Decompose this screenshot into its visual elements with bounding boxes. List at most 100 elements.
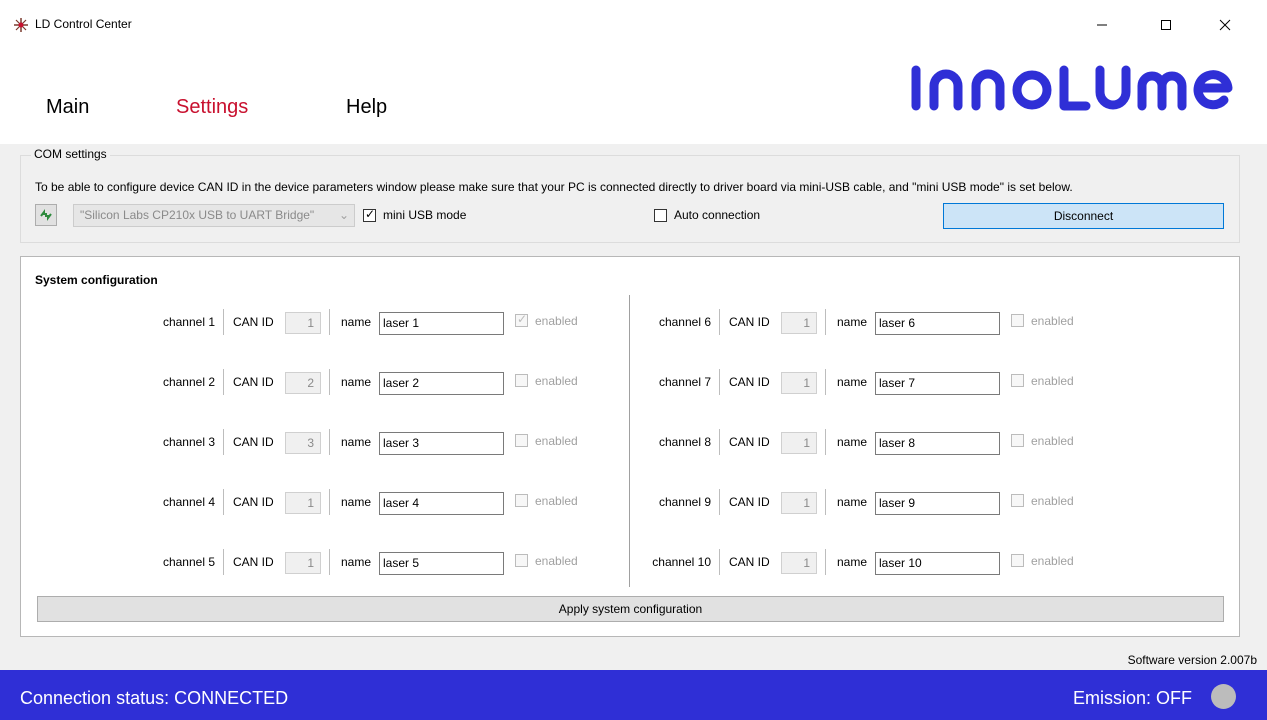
close-button[interactable] bbox=[1203, 10, 1247, 40]
can-id-field[interactable]: 3 bbox=[285, 432, 321, 454]
channel-enabled-checkbox[interactable] bbox=[515, 494, 528, 507]
channel-label: channel 10 bbox=[652, 555, 711, 569]
channel-label: channel 1 bbox=[162, 315, 215, 329]
channel-row: channel 6 CAN ID 1 name laser 6 enabled bbox=[637, 309, 1117, 335]
emission-indicator bbox=[1211, 684, 1236, 709]
separator bbox=[825, 309, 826, 335]
name-label: name bbox=[341, 555, 372, 569]
separator bbox=[223, 429, 224, 455]
separator bbox=[719, 309, 720, 335]
can-id-field[interactable]: 1 bbox=[781, 552, 817, 574]
can-id-label: CAN ID bbox=[233, 315, 274, 329]
channel-name-input[interactable]: laser 9 bbox=[875, 492, 1000, 515]
channel-enabled-checkbox[interactable] bbox=[1011, 554, 1024, 567]
name-label: name bbox=[837, 435, 868, 449]
channel-enabled-checkbox[interactable]: ✓ bbox=[515, 312, 528, 327]
channel-enabled-checkbox[interactable] bbox=[515, 374, 528, 387]
can-id-label: CAN ID bbox=[729, 435, 770, 449]
check-icon: ✓ bbox=[517, 312, 528, 326]
enabled-label: enabled bbox=[1031, 494, 1074, 508]
refresh-icon bbox=[40, 209, 52, 221]
software-version: Software version 2.007b bbox=[1127, 653, 1257, 667]
auto-connection-checkbox[interactable] bbox=[654, 209, 667, 222]
channel-name-input[interactable]: laser 7 bbox=[875, 372, 1000, 395]
app-window: LD Control Center Main Settings Help COM… bbox=[0, 0, 1267, 720]
channel-enabled-checkbox[interactable] bbox=[1011, 314, 1024, 327]
mini-usb-label: mini USB mode bbox=[383, 208, 467, 222]
channel-name-input[interactable]: laser 8 bbox=[875, 432, 1000, 455]
channel-label: channel 4 bbox=[162, 495, 215, 509]
disconnect-button[interactable]: Disconnect bbox=[943, 203, 1224, 229]
can-id-label: CAN ID bbox=[233, 435, 274, 449]
separator bbox=[719, 489, 720, 515]
enabled-label: enabled bbox=[535, 374, 578, 388]
enabled-label: enabled bbox=[1031, 554, 1074, 568]
enabled-label: enabled bbox=[535, 314, 578, 328]
maximize-button[interactable] bbox=[1144, 10, 1188, 40]
com-port-value: "Silicon Labs CP210x USB to UART Bridge" bbox=[80, 208, 315, 222]
nav-main[interactable]: Main bbox=[46, 96, 89, 119]
channel-enabled-checkbox[interactable] bbox=[515, 554, 528, 567]
can-id-field[interactable]: 1 bbox=[781, 432, 817, 454]
can-id-field[interactable]: 1 bbox=[781, 492, 817, 514]
channel-name-input[interactable]: laser 5 bbox=[379, 552, 504, 575]
channel-label: channel 9 bbox=[658, 495, 711, 509]
channel-name-input[interactable]: laser 10 bbox=[875, 552, 1000, 575]
com-info-text: To be able to configure device CAN ID in… bbox=[35, 180, 1073, 194]
can-id-field[interactable]: 1 bbox=[285, 552, 321, 574]
can-id-field[interactable]: 2 bbox=[285, 372, 321, 394]
channel-name-input[interactable]: laser 4 bbox=[379, 492, 504, 515]
separator bbox=[825, 369, 826, 395]
innolume-logo bbox=[911, 65, 1233, 111]
separator bbox=[329, 369, 330, 395]
separator bbox=[719, 429, 720, 455]
can-id-label: CAN ID bbox=[729, 315, 770, 329]
channel-row: channel 10 CAN ID 1 name laser 10 enabled bbox=[637, 549, 1117, 575]
can-id-label: CAN ID bbox=[233, 555, 274, 569]
status-bar: Connection status: CONNECTED Emission: O… bbox=[0, 670, 1267, 720]
can-id-label: CAN ID bbox=[233, 375, 274, 389]
can-id-field[interactable]: 1 bbox=[781, 312, 817, 334]
separator bbox=[329, 549, 330, 575]
channel-enabled-checkbox[interactable] bbox=[1011, 494, 1024, 507]
channel-row: channel 8 CAN ID 1 name laser 8 enabled bbox=[637, 429, 1117, 455]
channel-row: channel 2 CAN ID 2 name laser 2 enabled bbox=[141, 369, 621, 395]
separator bbox=[329, 489, 330, 515]
channel-name-input[interactable]: laser 1 bbox=[379, 312, 504, 335]
refresh-ports-button[interactable] bbox=[35, 204, 57, 226]
name-label: name bbox=[341, 315, 372, 329]
separator bbox=[223, 549, 224, 575]
channel-name-input[interactable]: laser 3 bbox=[379, 432, 504, 455]
separator bbox=[223, 309, 224, 335]
can-id-label: CAN ID bbox=[729, 375, 770, 389]
channel-label: channel 5 bbox=[162, 555, 215, 569]
channel-enabled-checkbox[interactable] bbox=[1011, 374, 1024, 387]
channel-name-input[interactable]: laser 6 bbox=[875, 312, 1000, 335]
channel-name-input[interactable]: laser 2 bbox=[379, 372, 504, 395]
can-id-label: CAN ID bbox=[233, 495, 274, 509]
enabled-label: enabled bbox=[535, 434, 578, 448]
enabled-label: enabled bbox=[1031, 374, 1074, 388]
can-id-field[interactable]: 1 bbox=[285, 492, 321, 514]
can-id-field[interactable]: 1 bbox=[781, 372, 817, 394]
nav-settings[interactable]: Settings bbox=[176, 96, 248, 119]
channel-label: channel 8 bbox=[658, 435, 711, 449]
apply-system-configuration-button[interactable]: Apply system configuration bbox=[37, 596, 1224, 622]
com-port-select[interactable]: "Silicon Labs CP210x USB to UART Bridge"… bbox=[73, 204, 355, 227]
title-bar: LD Control Center bbox=[0, 0, 1267, 52]
channel-enabled-checkbox[interactable] bbox=[515, 434, 528, 447]
can-id-field[interactable]: 1 bbox=[285, 312, 321, 334]
mini-usb-checkbox[interactable]: ✓ bbox=[363, 207, 376, 222]
name-label: name bbox=[837, 495, 868, 509]
minimize-icon bbox=[1097, 24, 1107, 26]
channel-row: channel 5 CAN ID 1 name laser 5 enabled bbox=[141, 549, 621, 575]
separator bbox=[223, 489, 224, 515]
enabled-label: enabled bbox=[535, 554, 578, 568]
minimize-button[interactable] bbox=[1080, 10, 1124, 40]
channel-enabled-checkbox[interactable] bbox=[1011, 434, 1024, 447]
header: Main Settings Help bbox=[0, 52, 1267, 144]
channel-row: channel 3 CAN ID 3 name laser 3 enabled bbox=[141, 429, 621, 455]
nav-help[interactable]: Help bbox=[346, 96, 387, 119]
auto-connection-label: Auto connection bbox=[674, 208, 761, 222]
emission-status: Emission: OFF bbox=[1073, 688, 1193, 708]
